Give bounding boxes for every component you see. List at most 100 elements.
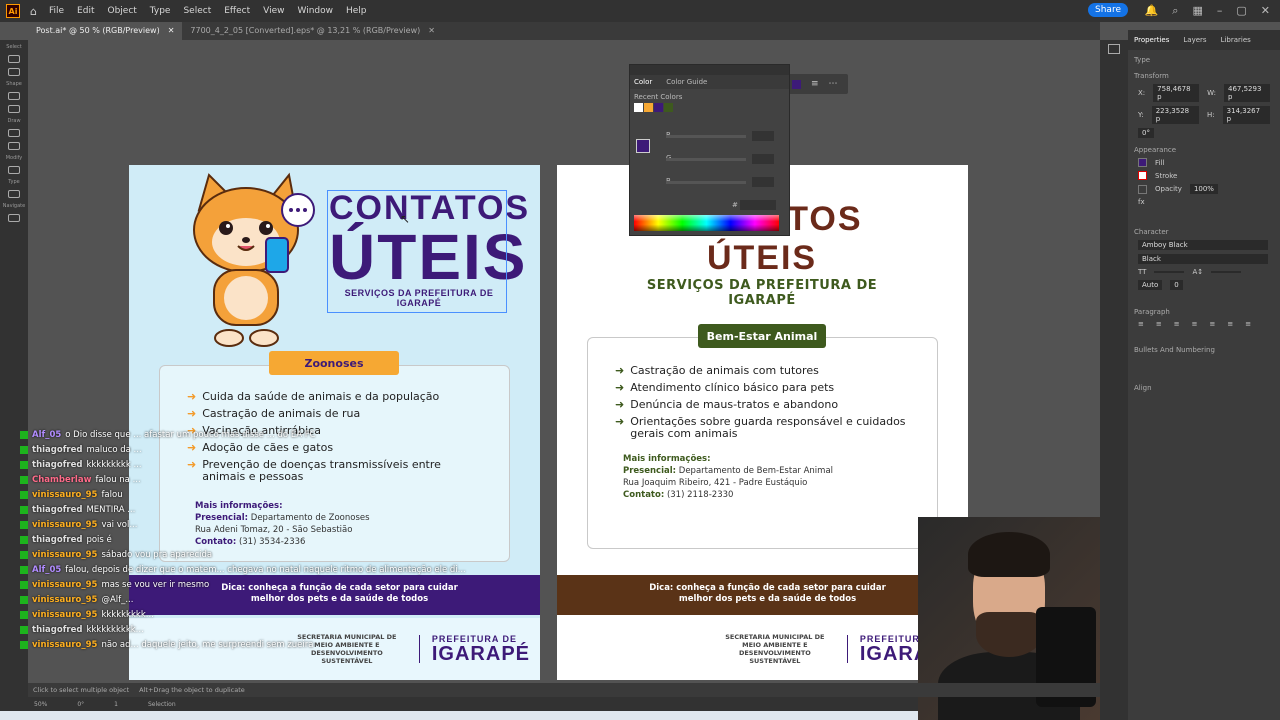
- fx-icon[interactable]: fx: [1138, 198, 1145, 206]
- phone: (31) 2118-2330: [666, 490, 734, 500]
- menu-object[interactable]: Object: [107, 6, 136, 16]
- channel-b-slider[interactable]: [666, 181, 746, 184]
- swatch[interactable]: [654, 103, 663, 112]
- divider: [846, 635, 848, 663]
- justify-icon[interactable]: ≡: [1192, 320, 1198, 328]
- channel-r-field[interactable]: [752, 131, 774, 141]
- chat-line: thiagofred kkkkkkkkk ...: [20, 458, 270, 473]
- chat-line: vinissauro_95 @Alf_...: [20, 593, 270, 608]
- chat-line: vinissauro_95 sábado vou pra aparecida: [20, 548, 270, 563]
- artboard-bem-estar[interactable]: CONTATOS ÚTEIS SERVIÇOS DA PREFEITURA DE…: [557, 165, 968, 680]
- status-tip: Alt+Drag the object to duplicate: [139, 686, 245, 694]
- h-field[interactable]: 314,3267 p: [1222, 106, 1270, 124]
- swatch[interactable]: [634, 103, 643, 112]
- swatch[interactable]: [664, 103, 673, 112]
- close-icon[interactable]: ✕: [428, 26, 435, 36]
- close-icon[interactable]: ✕: [168, 26, 175, 36]
- menu-view[interactable]: View: [263, 6, 284, 16]
- more-icon[interactable]: ⋯: [829, 79, 838, 89]
- h-label: H:: [1207, 111, 1215, 119]
- tab-post[interactable]: Post.ai* @ 50 % (RGB/Preview) ✕: [28, 22, 183, 40]
- selection-tool-icon[interactable]: [8, 55, 20, 63]
- panel-header[interactable]: [630, 65, 789, 75]
- stroke-swatch[interactable]: [1138, 171, 1147, 180]
- align-icon[interactable]: ≡: [811, 79, 819, 89]
- justify-right-icon[interactable]: ≡: [1227, 320, 1233, 328]
- chat-line: Alf_05 falou, depois de dizer que o matem…: [20, 563, 466, 578]
- justify-center-icon[interactable]: ≡: [1210, 320, 1216, 328]
- y-field[interactable]: 223,3528 p: [1151, 106, 1200, 124]
- menu-type[interactable]: Type: [150, 6, 171, 16]
- rotate-field[interactable]: 0°: [1138, 128, 1154, 138]
- font-family-field[interactable]: Amboy Black: [1138, 240, 1268, 250]
- hex-field[interactable]: [740, 200, 776, 210]
- menu-effect[interactable]: Effect: [224, 6, 250, 16]
- fill-swatch[interactable]: [1138, 158, 1147, 167]
- selection-bounding-box[interactable]: [327, 190, 507, 313]
- channel-b-field[interactable]: [752, 177, 774, 187]
- arrange-icon[interactable]: ▦: [1192, 4, 1202, 18]
- list-item: ➜ Denúncia de maus-tratos e abandono: [615, 398, 839, 411]
- rectangle-tool-icon[interactable]: [8, 92, 20, 100]
- rotation-field[interactable]: 0°: [77, 701, 84, 708]
- w-label: W:: [1207, 89, 1217, 97]
- channel-r-slider[interactable]: [666, 135, 746, 138]
- paragraph-section-label: Paragraph: [1134, 308, 1170, 316]
- tab-color-guide[interactable]: Color Guide: [666, 78, 707, 86]
- ellipse-tool-icon[interactable]: [8, 105, 20, 113]
- minimize-icon[interactable]: –: [1217, 4, 1223, 18]
- tab-libraries[interactable]: Libraries: [1221, 36, 1251, 44]
- artboard-number-field[interactable]: 1: [114, 701, 118, 708]
- list-item: ➜ Cuida da saúde de animais e da populaçã…: [187, 390, 440, 403]
- justify-all-icon[interactable]: ≡: [1245, 320, 1251, 328]
- zoom-tool-icon[interactable]: [8, 214, 20, 222]
- fill-swatch[interactable]: [792, 79, 801, 89]
- font-style-field[interactable]: Black: [1138, 254, 1268, 264]
- menu-edit[interactable]: Edit: [77, 6, 94, 16]
- menu-window[interactable]: Window: [298, 6, 334, 16]
- tab-layers[interactable]: Layers: [1183, 36, 1206, 44]
- menu-file[interactable]: File: [49, 6, 64, 16]
- zoom-field[interactable]: 50%: [34, 701, 47, 708]
- search-icon[interactable]: ⌕: [1172, 4, 1178, 18]
- channel-g-field[interactable]: [752, 154, 774, 164]
- chat-line: Chamberlaw falou na ...: [20, 473, 270, 488]
- font-size-field[interactable]: [1154, 271, 1185, 273]
- kerning-field[interactable]: Auto: [1138, 280, 1163, 290]
- align-left-icon[interactable]: ≡: [1138, 320, 1144, 328]
- x-field[interactable]: 758,4678 p: [1153, 84, 1200, 102]
- tab-color[interactable]: Color: [634, 78, 652, 86]
- comments-icon[interactable]: [1108, 44, 1120, 54]
- share-button[interactable]: Share: [1088, 3, 1128, 17]
- bell-icon[interactable]: 🔔: [1145, 4, 1159, 18]
- fill-color-box[interactable]: [636, 139, 650, 153]
- leading-field[interactable]: [1211, 271, 1242, 273]
- chat-line: thiagofred MENTIRA ...: [20, 503, 270, 518]
- channel-g-slider[interactable]: [666, 158, 746, 161]
- align-right-icon[interactable]: ≡: [1174, 320, 1180, 328]
- pen-tool-icon[interactable]: [8, 129, 20, 137]
- mouse-cursor-icon: ↖: [400, 212, 411, 226]
- twitch-icon: [20, 491, 28, 499]
- type-tool-icon[interactable]: [8, 190, 20, 198]
- swatch[interactable]: [644, 103, 653, 112]
- menu-help[interactable]: Help: [346, 6, 367, 16]
- color-spectrum[interactable]: [634, 215, 779, 231]
- tab-properties[interactable]: Properties: [1134, 36, 1169, 44]
- twitch-icon: [20, 521, 28, 529]
- menu-select[interactable]: Select: [183, 6, 211, 16]
- tab-converted[interactable]: 7700_4_2_05 [Converted].eps* @ 13,21 % (…: [182, 22, 443, 40]
- hex-label: #: [732, 201, 738, 209]
- pencil-tool-icon[interactable]: [8, 142, 20, 150]
- direct-selection-tool-icon[interactable]: [8, 68, 20, 76]
- w-field[interactable]: 467,5293 p: [1224, 84, 1270, 102]
- twitch-icon: [20, 551, 28, 559]
- rotate-tool-icon[interactable]: [8, 166, 20, 174]
- tracking-field[interactable]: 0: [1170, 280, 1183, 290]
- restore-icon[interactable]: ▢: [1236, 4, 1246, 18]
- close-icon[interactable]: ✕: [1261, 4, 1270, 18]
- tab-label: Post.ai* @ 50 % (RGB/Preview): [36, 26, 160, 35]
- home-icon[interactable]: ⌂: [30, 5, 37, 18]
- align-center-icon[interactable]: ≡: [1156, 320, 1162, 328]
- opacity-field[interactable]: 100%: [1189, 184, 1218, 194]
